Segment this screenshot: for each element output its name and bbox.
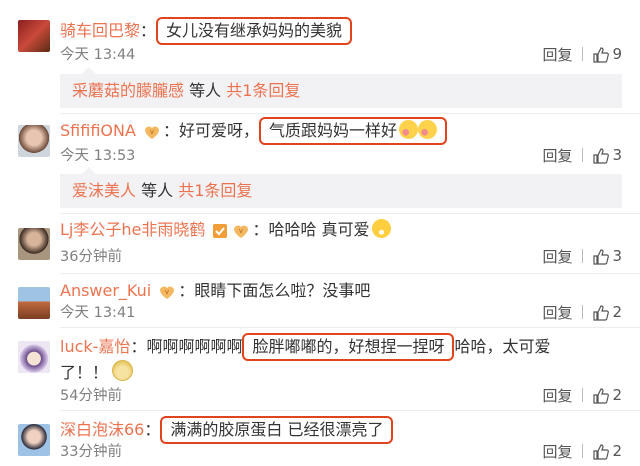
sub-reply-summary[interactable]: 采蘑菇的朦朧感 等人 共1条回复 [60, 67, 622, 108]
thumb-up-icon [593, 387, 610, 404]
timestamp: 今天 13:41 [60, 305, 136, 321]
svg-text:v: v [165, 288, 169, 296]
like-count: 2 [612, 303, 622, 321]
divider [582, 249, 584, 263]
comment-text: 了！！ [60, 363, 109, 382]
avatar[interactable] [18, 228, 50, 260]
highlighted-text: 女儿没有继承妈妈的美貌 [156, 17, 353, 45]
avatar[interactable] [18, 287, 50, 319]
thumb-up-icon [593, 46, 610, 63]
reply-button[interactable]: 回复 [542, 302, 572, 323]
reply-button[interactable]: 回复 [542, 246, 572, 267]
avatar[interactable] [18, 424, 50, 456]
divider [582, 305, 584, 319]
vip-badge-icon: v [160, 286, 175, 299]
like-button[interactable]: 3 [593, 146, 622, 164]
like-button[interactable]: 2 [593, 442, 622, 460]
colon: ： [144, 420, 161, 439]
reply-button[interactable]: 回复 [542, 145, 572, 166]
divider [60, 327, 640, 328]
verified-check-icon [213, 223, 228, 238]
thumb-up-icon [593, 248, 610, 265]
svg-text:v: v [239, 227, 243, 235]
reply-button[interactable]: 回复 [542, 441, 572, 462]
thumb-up-icon [593, 304, 610, 321]
colon: ： [178, 281, 195, 300]
sub-reply-summary[interactable]: 爱沫美人 等人 共1条回复 [60, 167, 622, 208]
avatar[interactable] [18, 125, 50, 157]
colon: ： [252, 220, 269, 239]
vip-badge-icon: v [234, 225, 249, 238]
avatar[interactable] [18, 341, 50, 373]
highlighted-text: 气质跟妈妈一样好 [259, 117, 448, 145]
reply-button[interactable]: 回复 [542, 385, 572, 406]
sub-reply-count[interactable]: 共1条回复 [178, 181, 252, 200]
username[interactable]: luck-嘉怡 [60, 337, 130, 356]
comment-text: 好可爱呀， [179, 121, 260, 140]
divider [60, 213, 640, 214]
like-count: 2 [612, 386, 622, 404]
divider [582, 47, 584, 61]
divider [582, 444, 584, 458]
comment-text: 哈哈哈 真可爱 [268, 220, 370, 239]
divider [60, 273, 640, 274]
timestamp: 36分钟前 [60, 249, 122, 265]
colon: ： [130, 337, 147, 356]
highlighted-text: 满满的胶原蛋白 已经很漂亮了 [160, 416, 394, 444]
username[interactable]: SfififiONA [60, 121, 136, 140]
thumb-up-icon [593, 443, 610, 460]
username[interactable]: Answer_Kui [60, 281, 151, 300]
svg-text:v: v [150, 128, 154, 136]
blush-emoji-icon [418, 120, 438, 139]
blush-emoji-icon [399, 120, 419, 139]
username[interactable]: 骑车回巴黎 [60, 21, 140, 40]
like-count: 3 [612, 146, 622, 164]
comment-text: 哈哈，太可爱 [454, 337, 551, 356]
like-count: 9 [612, 45, 622, 63]
divider [582, 388, 584, 402]
avatar[interactable] [18, 20, 50, 52]
comment-text: 啊啊啊啊啊啊 [146, 337, 243, 356]
like-count: 2 [612, 442, 622, 460]
like-button[interactable]: 2 [593, 303, 622, 321]
timestamp: 54分钟前 [60, 388, 122, 404]
laugh-emoji-icon [112, 360, 134, 381]
like-button[interactable]: 3 [593, 247, 622, 265]
colon: ： [163, 121, 180, 140]
timestamp: 33分钟前 [60, 444, 122, 460]
like-button[interactable]: 9 [593, 45, 622, 63]
like-button[interactable]: 2 [593, 386, 622, 404]
sub-reply-user[interactable]: 爱沫美人 [72, 181, 136, 200]
username[interactable]: Lj李公子he非雨晓鹤 [60, 220, 205, 239]
comment-text: 眼睛下面怎么啦？没事吧 [194, 281, 371, 300]
sub-reply-count[interactable]: 共1条回复 [226, 81, 300, 100]
thumb-up-icon [593, 147, 610, 164]
timestamp: 今天 13:44 [60, 47, 136, 63]
like-count: 3 [612, 247, 622, 265]
sub-reply-user[interactable]: 采蘑菇的朦朧感 [72, 81, 184, 100]
vip-badge-icon: v [145, 126, 159, 139]
timestamp: 今天 13:53 [60, 148, 136, 164]
colon: ： [140, 21, 157, 40]
divider [582, 148, 584, 162]
divider [60, 113, 640, 114]
username[interactable]: 深白泡沫66 [60, 420, 144, 439]
reply-button[interactable]: 回复 [542, 44, 572, 65]
highlighted-text: 脸胖嘟嘟的，好想捏一捏呀 [242, 333, 455, 361]
divider [60, 410, 640, 411]
grin-emoji-icon [371, 219, 391, 238]
